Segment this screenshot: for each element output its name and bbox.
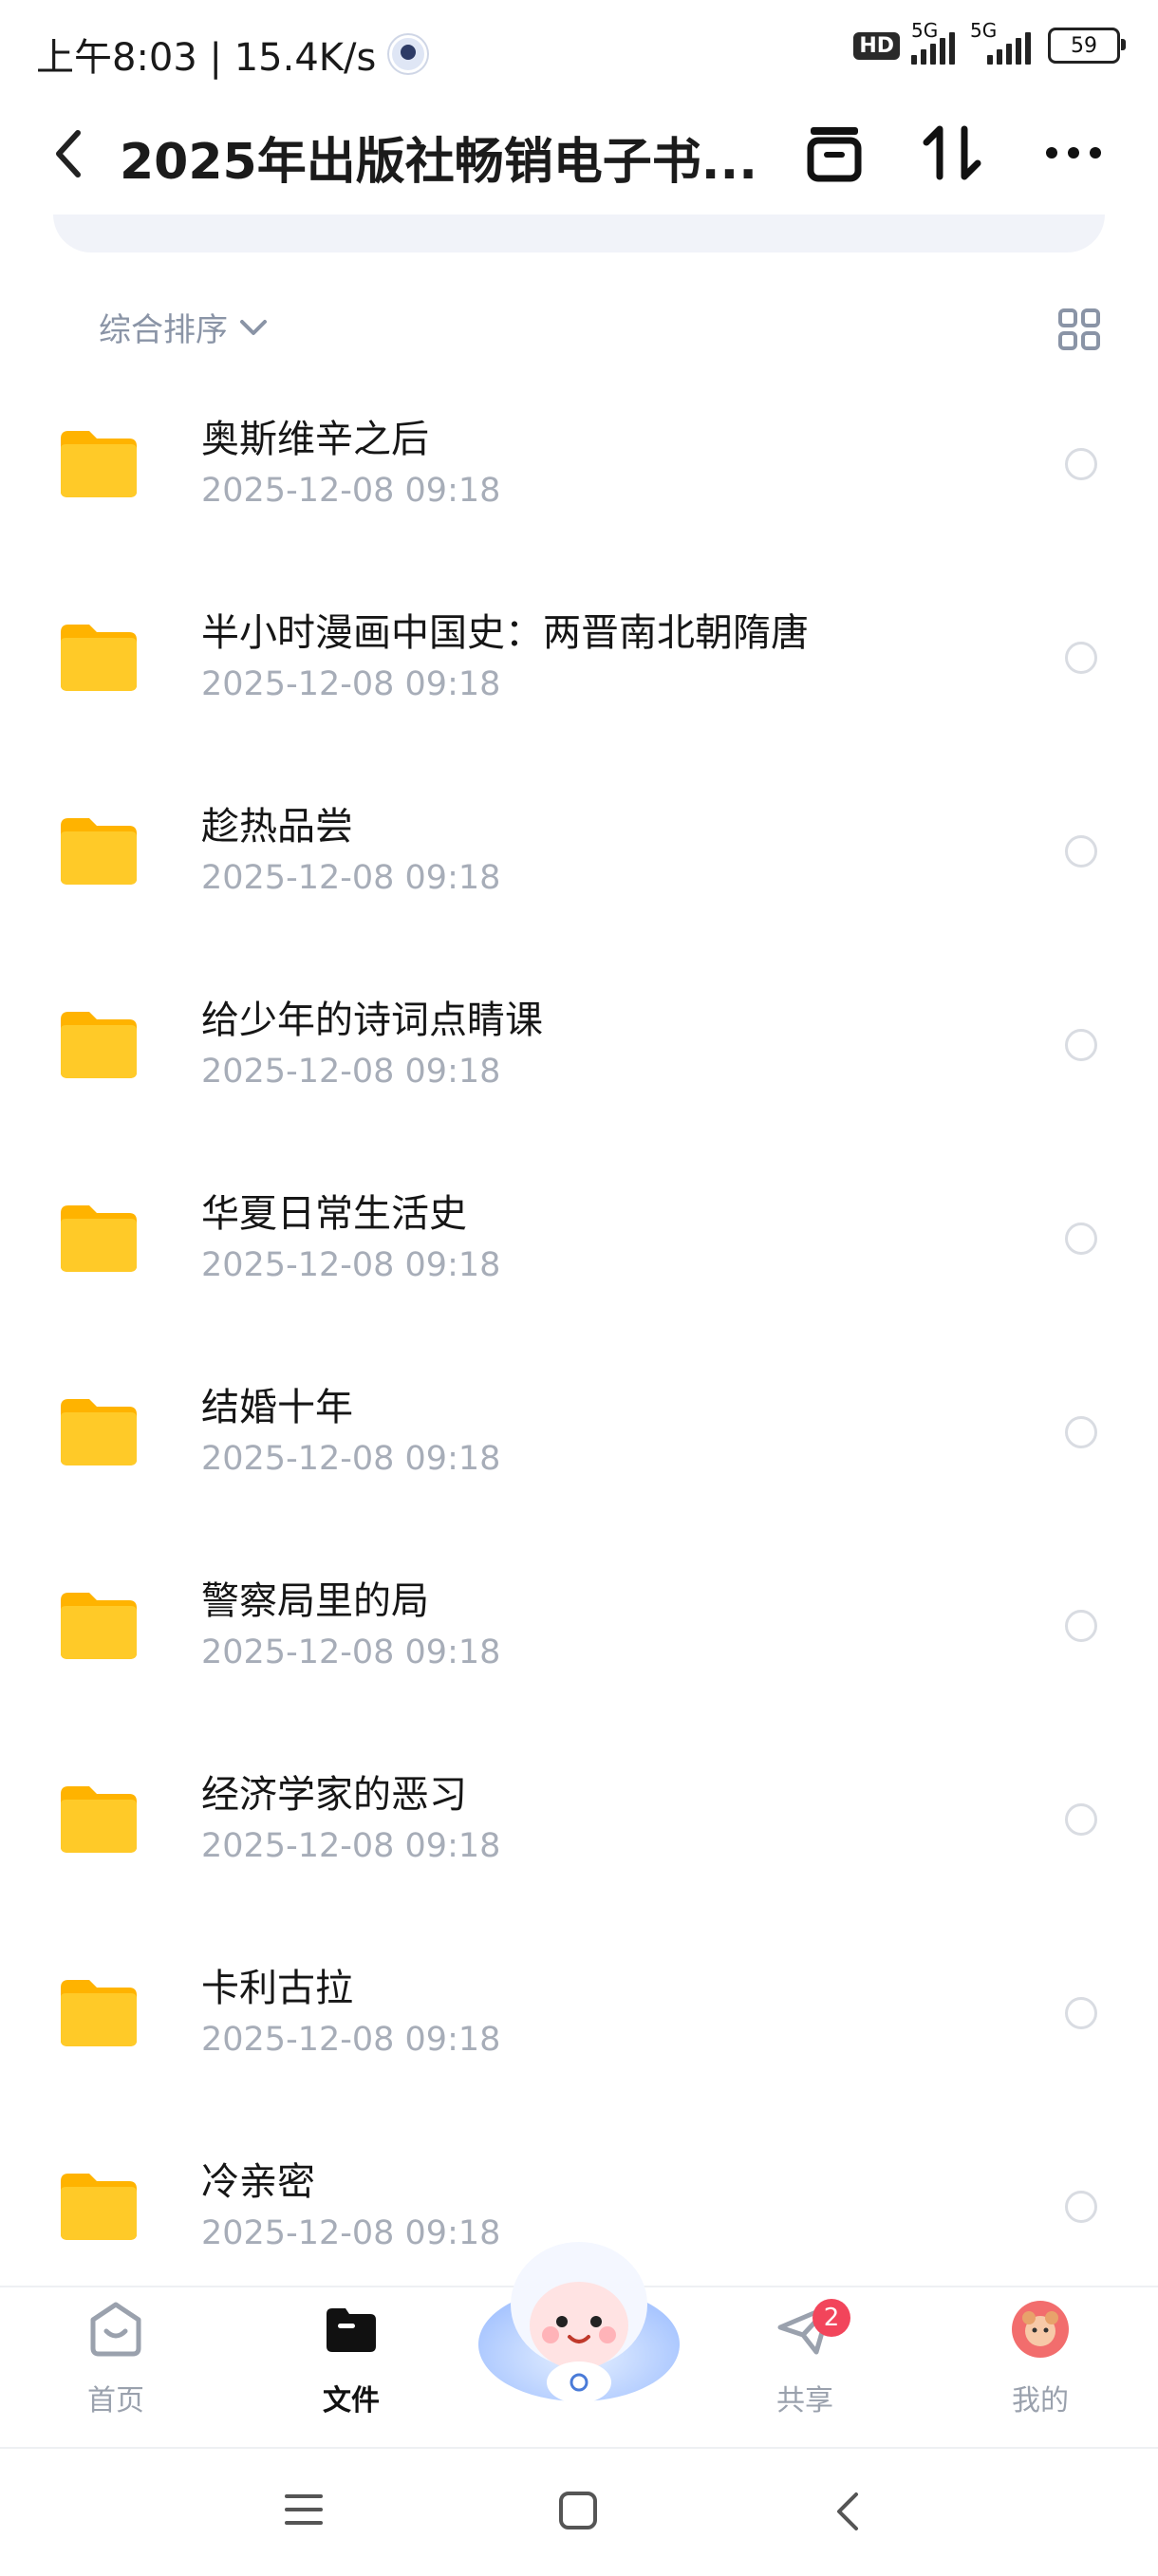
folder-icon bbox=[61, 1786, 137, 1853]
signal-icon: 5G bbox=[911, 19, 959, 65]
sort-dropdown[interactable]: 综合排序 bbox=[99, 304, 270, 350]
signal-icon-2: 5G bbox=[970, 19, 1037, 65]
folder-icon bbox=[61, 1205, 137, 1272]
list-item[interactable]: 结婚十年 2025-12-08 09:18 bbox=[0, 1348, 1158, 1541]
folder-icon bbox=[61, 1399, 137, 1465]
tab-home[interactable]: 首页 bbox=[49, 2299, 182, 2418]
search-bar-remnant bbox=[53, 215, 1105, 252]
home-button-icon[interactable] bbox=[558, 2491, 598, 2530]
list-item[interactable]: 华夏日常生活史 2025-12-08 09:18 bbox=[0, 1154, 1158, 1348]
tab-share[interactable]: 2 共享 bbox=[738, 2299, 871, 2418]
sort-label: 综合排序 bbox=[99, 311, 228, 349]
select-radio[interactable] bbox=[1065, 1610, 1097, 1642]
file-name: 警察局里的局 bbox=[201, 1579, 429, 1623]
file-name: 半小时漫画中国史：两晋南北朝隋唐 bbox=[201, 611, 809, 655]
select-radio[interactable] bbox=[1065, 835, 1097, 868]
folder-icon bbox=[61, 2174, 137, 2240]
page-title: 2025年出版社畅销电子书... bbox=[120, 134, 757, 191]
archive-icon[interactable] bbox=[801, 120, 868, 186]
tab-files[interactable]: 文件 bbox=[285, 2299, 418, 2418]
file-date: 2025-12-08 09:18 bbox=[201, 859, 501, 897]
list-item[interactable]: 半小时漫画中国史：两晋南北朝隋唐 2025-12-08 09:18 bbox=[0, 573, 1158, 767]
status-left: 上午8:03 | 15.4K/s bbox=[36, 27, 428, 82]
folder-tab-icon bbox=[327, 2308, 376, 2352]
top-app-bar: 2025年出版社畅销电子书... bbox=[0, 103, 1158, 207]
select-radio[interactable] bbox=[1065, 1803, 1097, 1836]
menu-icon[interactable] bbox=[283, 2491, 325, 2529]
select-radio[interactable] bbox=[1065, 1416, 1097, 1448]
avatar-icon bbox=[1012, 2301, 1069, 2358]
status-right: HD 5G 5G 59 bbox=[853, 19, 1126, 65]
file-name: 给少年的诗词点睛课 bbox=[201, 999, 543, 1042]
file-list: 奥斯维辛之后 2025-12-08 09:18 半小时漫画中国史：两晋南北朝隋唐 20… bbox=[0, 380, 1158, 2316]
tab-mine[interactable]: 我的 bbox=[974, 2299, 1107, 2418]
battery-icon: 59 bbox=[1048, 28, 1126, 64]
file-name: 冷亲密 bbox=[201, 2160, 315, 2204]
status-app-icon bbox=[389, 35, 428, 73]
select-radio[interactable] bbox=[1065, 1223, 1097, 1255]
system-nav-bar bbox=[0, 2447, 1158, 2576]
status-time-speed: 上午8:03 | 15.4K/s bbox=[36, 36, 377, 80]
file-date: 2025-12-08 09:18 bbox=[201, 1633, 501, 1671]
network-label-2: 5G bbox=[970, 19, 998, 42]
tab-share-label: 共享 bbox=[776, 2384, 833, 2417]
file-date: 2025-12-08 09:18 bbox=[201, 2021, 501, 2059]
chevron-down-icon bbox=[240, 319, 267, 335]
status-bar: 上午8:03 | 15.4K/s HD 5G 5G 59 bbox=[0, 0, 1158, 103]
home-icon bbox=[90, 2302, 141, 2357]
network-label: 5G bbox=[911, 19, 939, 42]
list-item[interactable]: 趁热品尝 2025-12-08 09:18 bbox=[0, 767, 1158, 961]
select-radio[interactable] bbox=[1065, 448, 1097, 480]
tab-home-label: 首页 bbox=[87, 2384, 144, 2417]
file-name: 卡利古拉 bbox=[201, 1967, 353, 2010]
file-date: 2025-12-08 09:18 bbox=[201, 1827, 501, 1865]
back-icon[interactable] bbox=[49, 123, 87, 184]
folder-icon bbox=[61, 1593, 137, 1659]
assistant-mascot-button[interactable] bbox=[475, 2231, 683, 2420]
list-item[interactable]: 卡利古拉 2025-12-08 09:18 bbox=[0, 1929, 1158, 2122]
file-name: 结婚十年 bbox=[201, 1386, 353, 1429]
file-name: 奥斯维辛之后 bbox=[201, 418, 429, 461]
list-item[interactable]: 警察局里的局 2025-12-08 09:18 bbox=[0, 1541, 1158, 1735]
list-item[interactable]: 经济学家的恶习 2025-12-08 09:18 bbox=[0, 1735, 1158, 1929]
folder-icon bbox=[61, 1980, 137, 2046]
select-radio[interactable] bbox=[1065, 2191, 1097, 2223]
file-name: 经济学家的恶习 bbox=[201, 1773, 467, 1817]
tab-files-label: 文件 bbox=[323, 2384, 380, 2417]
file-date: 2025-12-08 09:18 bbox=[201, 665, 501, 703]
tab-mine-label: 我的 bbox=[1012, 2384, 1069, 2417]
back-nav-icon[interactable] bbox=[833, 2491, 862, 2532]
file-date: 2025-12-08 09:18 bbox=[201, 472, 501, 510]
list-item[interactable]: 奥斯维辛之后 2025-12-08 09:18 bbox=[0, 380, 1158, 573]
file-date: 2025-12-08 09:18 bbox=[201, 1246, 501, 1284]
file-date: 2025-12-08 09:18 bbox=[201, 1053, 501, 1091]
more-icon[interactable] bbox=[1040, 120, 1107, 186]
battery-level: 59 bbox=[1071, 33, 1097, 58]
folder-icon bbox=[61, 625, 137, 691]
list-item[interactable]: 给少年的诗词点睛课 2025-12-08 09:18 bbox=[0, 961, 1158, 1154]
sort-icon[interactable] bbox=[919, 120, 985, 186]
file-name: 趁热品尝 bbox=[201, 805, 353, 849]
file-date: 2025-12-08 09:18 bbox=[201, 2214, 501, 2252]
grid-view-icon[interactable] bbox=[1057, 308, 1101, 351]
folder-icon bbox=[61, 818, 137, 885]
select-radio[interactable] bbox=[1065, 1029, 1097, 1061]
hd-icon: HD bbox=[853, 31, 900, 60]
select-radio[interactable] bbox=[1065, 1997, 1097, 2029]
folder-icon bbox=[61, 431, 137, 497]
select-radio[interactable] bbox=[1065, 642, 1097, 674]
folder-icon bbox=[61, 1012, 137, 1078]
file-name: 华夏日常生活史 bbox=[201, 1192, 467, 1236]
file-date: 2025-12-08 09:18 bbox=[201, 1440, 501, 1478]
share-badge: 2 bbox=[812, 2299, 850, 2337]
